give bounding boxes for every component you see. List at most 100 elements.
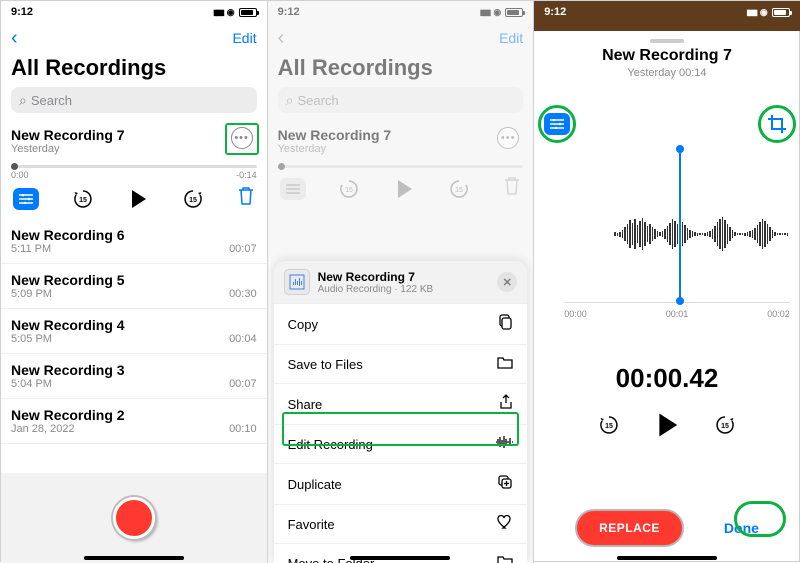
- scrubber[interactable]: [11, 165, 257, 168]
- replace-button[interactable]: REPLACE: [575, 509, 684, 547]
- action-label: Duplicate: [288, 477, 342, 492]
- play-icon: [127, 188, 149, 210]
- svg-text:15: 15: [455, 187, 463, 194]
- svg-text:15: 15: [721, 423, 729, 430]
- skip-forward-icon: 15: [183, 189, 203, 209]
- sheet-action-save-to-files[interactable]: Save to Files: [274, 344, 528, 383]
- recording-sub: 5:09 PM: [11, 288, 125, 300]
- skip-back-15-button: 15: [339, 179, 359, 199]
- recording-sub: Jan 28, 2022: [11, 423, 125, 435]
- edit-recording-screen: 9:12 New Recording 7 Yesterday00:14 00:0…: [534, 1, 800, 563]
- sheet-action-edit-recording[interactable]: Edit Recording: [274, 424, 528, 463]
- action-label: Share: [288, 397, 323, 412]
- skip-back-15-button[interactable]: 15: [599, 415, 619, 435]
- recording-sub: 5:04 PM: [11, 378, 125, 390]
- skip-forward-icon: 15: [715, 413, 735, 437]
- recording-duration: 00:10: [229, 423, 257, 435]
- skip-forward-15-button[interactable]: 15: [715, 415, 735, 435]
- sheet-action-share[interactable]: Share: [274, 383, 528, 424]
- recording-row[interactable]: New Recording 2Jan 28, 202200:10: [1, 399, 267, 444]
- action-label: Edit Recording: [288, 437, 373, 452]
- recording-row[interactable]: New Recording 65:11 PM00:07: [1, 219, 267, 264]
- trash-icon: [237, 186, 255, 206]
- sheet-close-button[interactable]: ✕: [497, 272, 517, 292]
- edit-title[interactable]: New Recording 7: [534, 47, 800, 65]
- playback-options-button[interactable]: [544, 113, 570, 135]
- action-label: Favorite: [288, 517, 335, 532]
- recording-name: New Recording 5: [11, 272, 125, 288]
- voice-memos-share-sheet-screen: 9:12 ‹ Edit All Recordings Search New Re…: [268, 1, 535, 563]
- home-indicator[interactable]: [350, 556, 450, 560]
- sheet-action-duplicate[interactable]: Duplicate: [274, 463, 528, 504]
- more-options-button[interactable]: •••: [231, 127, 253, 149]
- folder-icon: [497, 355, 513, 373]
- scrubber-end: -0:14: [236, 170, 257, 180]
- sheet-action-favorite[interactable]: Favorite: [274, 504, 528, 543]
- done-button[interactable]: Done: [724, 520, 759, 536]
- action-label: Save to Files: [288, 357, 363, 372]
- crop-icon: [767, 114, 787, 134]
- play-button[interactable]: [127, 188, 149, 210]
- play-icon: [653, 411, 681, 439]
- battery-icon: [772, 8, 790, 17]
- battery-icon: [239, 8, 257, 17]
- skip-forward-15-button: 15: [449, 179, 469, 199]
- search-field[interactable]: Search: [11, 87, 257, 113]
- duplicate-icon: [497, 474, 513, 494]
- skip-back-icon: 15: [599, 413, 619, 437]
- home-indicator[interactable]: [617, 556, 717, 560]
- sheet-grabber[interactable]: [534, 31, 800, 47]
- selected-recording[interactable]: New Recording 7 Yesterday •••: [1, 121, 267, 159]
- skip-back-icon: 15: [73, 189, 93, 209]
- svg-text:15: 15: [189, 197, 197, 204]
- search-icon: [19, 92, 27, 109]
- recording-duration: 00:30: [229, 288, 257, 300]
- playback-options-button: [280, 178, 306, 200]
- record-button[interactable]: [113, 497, 155, 539]
- status-indicators: [213, 6, 256, 18]
- sheet-action-move-to-folder[interactable]: Move to Folder: [274, 543, 528, 563]
- recording-name: New Recording 6: [11, 227, 125, 243]
- recording-row[interactable]: New Recording 35:04 PM00:07: [1, 354, 267, 399]
- playhead[interactable]: [679, 149, 681, 301]
- search-field: Search: [278, 87, 524, 113]
- wifi-icon: [493, 6, 501, 18]
- heart-icon: [497, 515, 513, 533]
- battery-icon: [505, 8, 523, 17]
- sheet-title: New Recording 7: [318, 270, 434, 284]
- recording-duration: 00:07: [229, 243, 257, 255]
- recording-row[interactable]: New Recording 55:09 PM 00:30: [1, 264, 267, 309]
- nav-bar: ‹ Edit: [1, 23, 267, 53]
- edit-subtitle: Yesterday00:14: [534, 67, 800, 79]
- back-button[interactable]: ‹: [11, 27, 18, 50]
- record-bar: [1, 473, 267, 563]
- status-bar: 9:12: [1, 1, 267, 23]
- scrubber-start: 0:00: [11, 170, 29, 180]
- copy-icon: [497, 314, 513, 334]
- delete-button[interactable]: [237, 186, 255, 211]
- edit-button[interactable]: Edit: [232, 30, 256, 46]
- status-time: 9:12: [544, 6, 566, 18]
- dimmed-background: 9:12 ‹ Edit All Recordings Search New Re…: [268, 1, 534, 209]
- sheet-action-copy[interactable]: Copy: [274, 303, 528, 344]
- sliders-icon: [19, 194, 33, 204]
- recording-sub: 5:05 PM: [11, 333, 125, 345]
- waveform-area[interactable]: 00:00 00:01 00:02: [564, 149, 790, 329]
- cellular-icon: [213, 6, 223, 18]
- current-time: 00:00.42: [534, 363, 800, 394]
- play-button[interactable]: [653, 411, 681, 439]
- edit-playback-controls: 15 15: [534, 411, 800, 439]
- page-title: All Recordings: [278, 55, 524, 81]
- playback-options-button[interactable]: [13, 188, 39, 210]
- skip-forward-15-button[interactable]: 15: [183, 189, 203, 209]
- recording-duration: 00:04: [229, 333, 257, 345]
- recording-row[interactable]: New Recording 45:05 PM 00:04: [1, 309, 267, 354]
- sheet-action-list: Copy Save to Files Share Edit Recording Dupl…: [274, 303, 528, 563]
- trim-button[interactable]: [766, 113, 788, 135]
- home-indicator[interactable]: [84, 556, 184, 560]
- status-time: 9:12: [278, 6, 300, 18]
- sheet-header: New Recording 7 Audio Recording · 122 KB…: [274, 261, 528, 303]
- skip-back-15-button[interactable]: 15: [73, 189, 93, 209]
- recording-name: New Recording 4: [11, 317, 125, 333]
- status-time: 9:12: [11, 6, 33, 18]
